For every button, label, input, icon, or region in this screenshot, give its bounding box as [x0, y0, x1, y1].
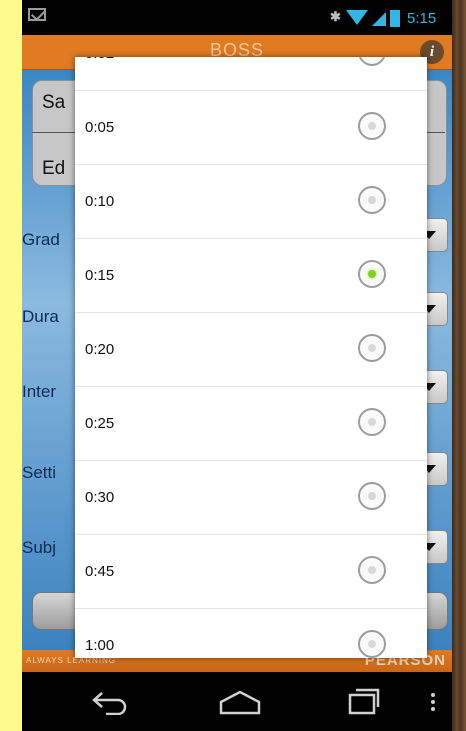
overflow-menu-icon[interactable]: [430, 692, 436, 712]
desk-edge: [452, 0, 466, 731]
option-label: 0:15: [85, 267, 115, 284]
status-bar: ✱ 5:15: [22, 0, 452, 35]
radio-dot-icon: [368, 270, 376, 278]
home-icon[interactable]: [218, 689, 262, 715]
option-label: 0:10: [85, 193, 115, 210]
radio-dot-icon: [368, 418, 376, 426]
option-label: 0:05: [85, 119, 115, 136]
phone-screen: ✱ 5:15 BOSS i Sa Ed Grad Dura Inter Sett…: [22, 0, 452, 731]
option-row[interactable]: 0:05: [75, 91, 427, 165]
navigation-bar: [22, 672, 452, 731]
option-row[interactable]: 0:10: [75, 165, 427, 239]
bluetooth-icon: ✱: [330, 9, 341, 24]
radio-unselected-icon[interactable]: [358, 186, 386, 214]
option-label: 0:25: [85, 415, 115, 432]
card-line-1: Sa: [42, 92, 66, 113]
option-row[interactable]: 0:30: [75, 461, 427, 535]
radio-unselected-icon[interactable]: [358, 57, 386, 66]
wifi-icon: [346, 10, 368, 25]
radio-dot-icon: [368, 566, 376, 574]
option-label: 0:30: [85, 489, 115, 506]
option-row[interactable]: 1:00: [75, 609, 427, 658]
card-line-2: Ed: [42, 158, 66, 179]
radio-unselected-icon[interactable]: [358, 408, 386, 436]
radio-dot-icon: [368, 122, 376, 130]
option-row[interactable]: 0:20: [75, 313, 427, 387]
option-label: 0:02: [85, 57, 114, 90]
option-label: 0:20: [85, 341, 115, 358]
option-row[interactable]: 0:15: [75, 239, 427, 313]
field-label-setting: Setti: [22, 463, 57, 482]
radio-unselected-icon[interactable]: [358, 334, 386, 362]
option-row[interactable]: 0:02: [75, 57, 427, 91]
field-label-subject: Subj: [22, 538, 57, 557]
back-icon[interactable]: [90, 687, 130, 715]
option-label: 0:45: [85, 563, 115, 580]
signal-icon: [372, 12, 386, 26]
gmail-icon: [28, 8, 46, 21]
option-label: 1:00: [85, 637, 115, 654]
duration-picker-dialog: 0:02 0:05 0:10 0:15 0:20 0:25 0:30 0:45 1:00: [75, 57, 427, 658]
radio-unselected-icon[interactable]: [358, 112, 386, 140]
recent-apps-icon[interactable]: [348, 687, 380, 715]
radio-selected-icon[interactable]: [358, 260, 386, 288]
radio-unselected-icon[interactable]: [358, 556, 386, 584]
field-label-grade: Grad: [22, 230, 60, 249]
battery-icon: [390, 10, 400, 27]
option-row[interactable]: 0:25: [75, 387, 427, 461]
option-list[interactable]: 0:02 0:05 0:10 0:15 0:20 0:25 0:30 0:45 1:00: [75, 57, 427, 658]
radio-unselected-icon[interactable]: [358, 630, 386, 658]
radio-unselected-icon[interactable]: [358, 482, 386, 510]
field-label-duration: Dura: [22, 307, 59, 326]
field-label-interval: Inter: [22, 382, 57, 401]
option-row[interactable]: 0:45: [75, 535, 427, 609]
radio-dot-icon: [368, 492, 376, 500]
status-time: 5:15: [407, 10, 437, 27]
radio-dot-icon: [368, 196, 376, 204]
radio-dot-icon: [368, 640, 376, 648]
radio-dot-icon: [368, 344, 376, 352]
